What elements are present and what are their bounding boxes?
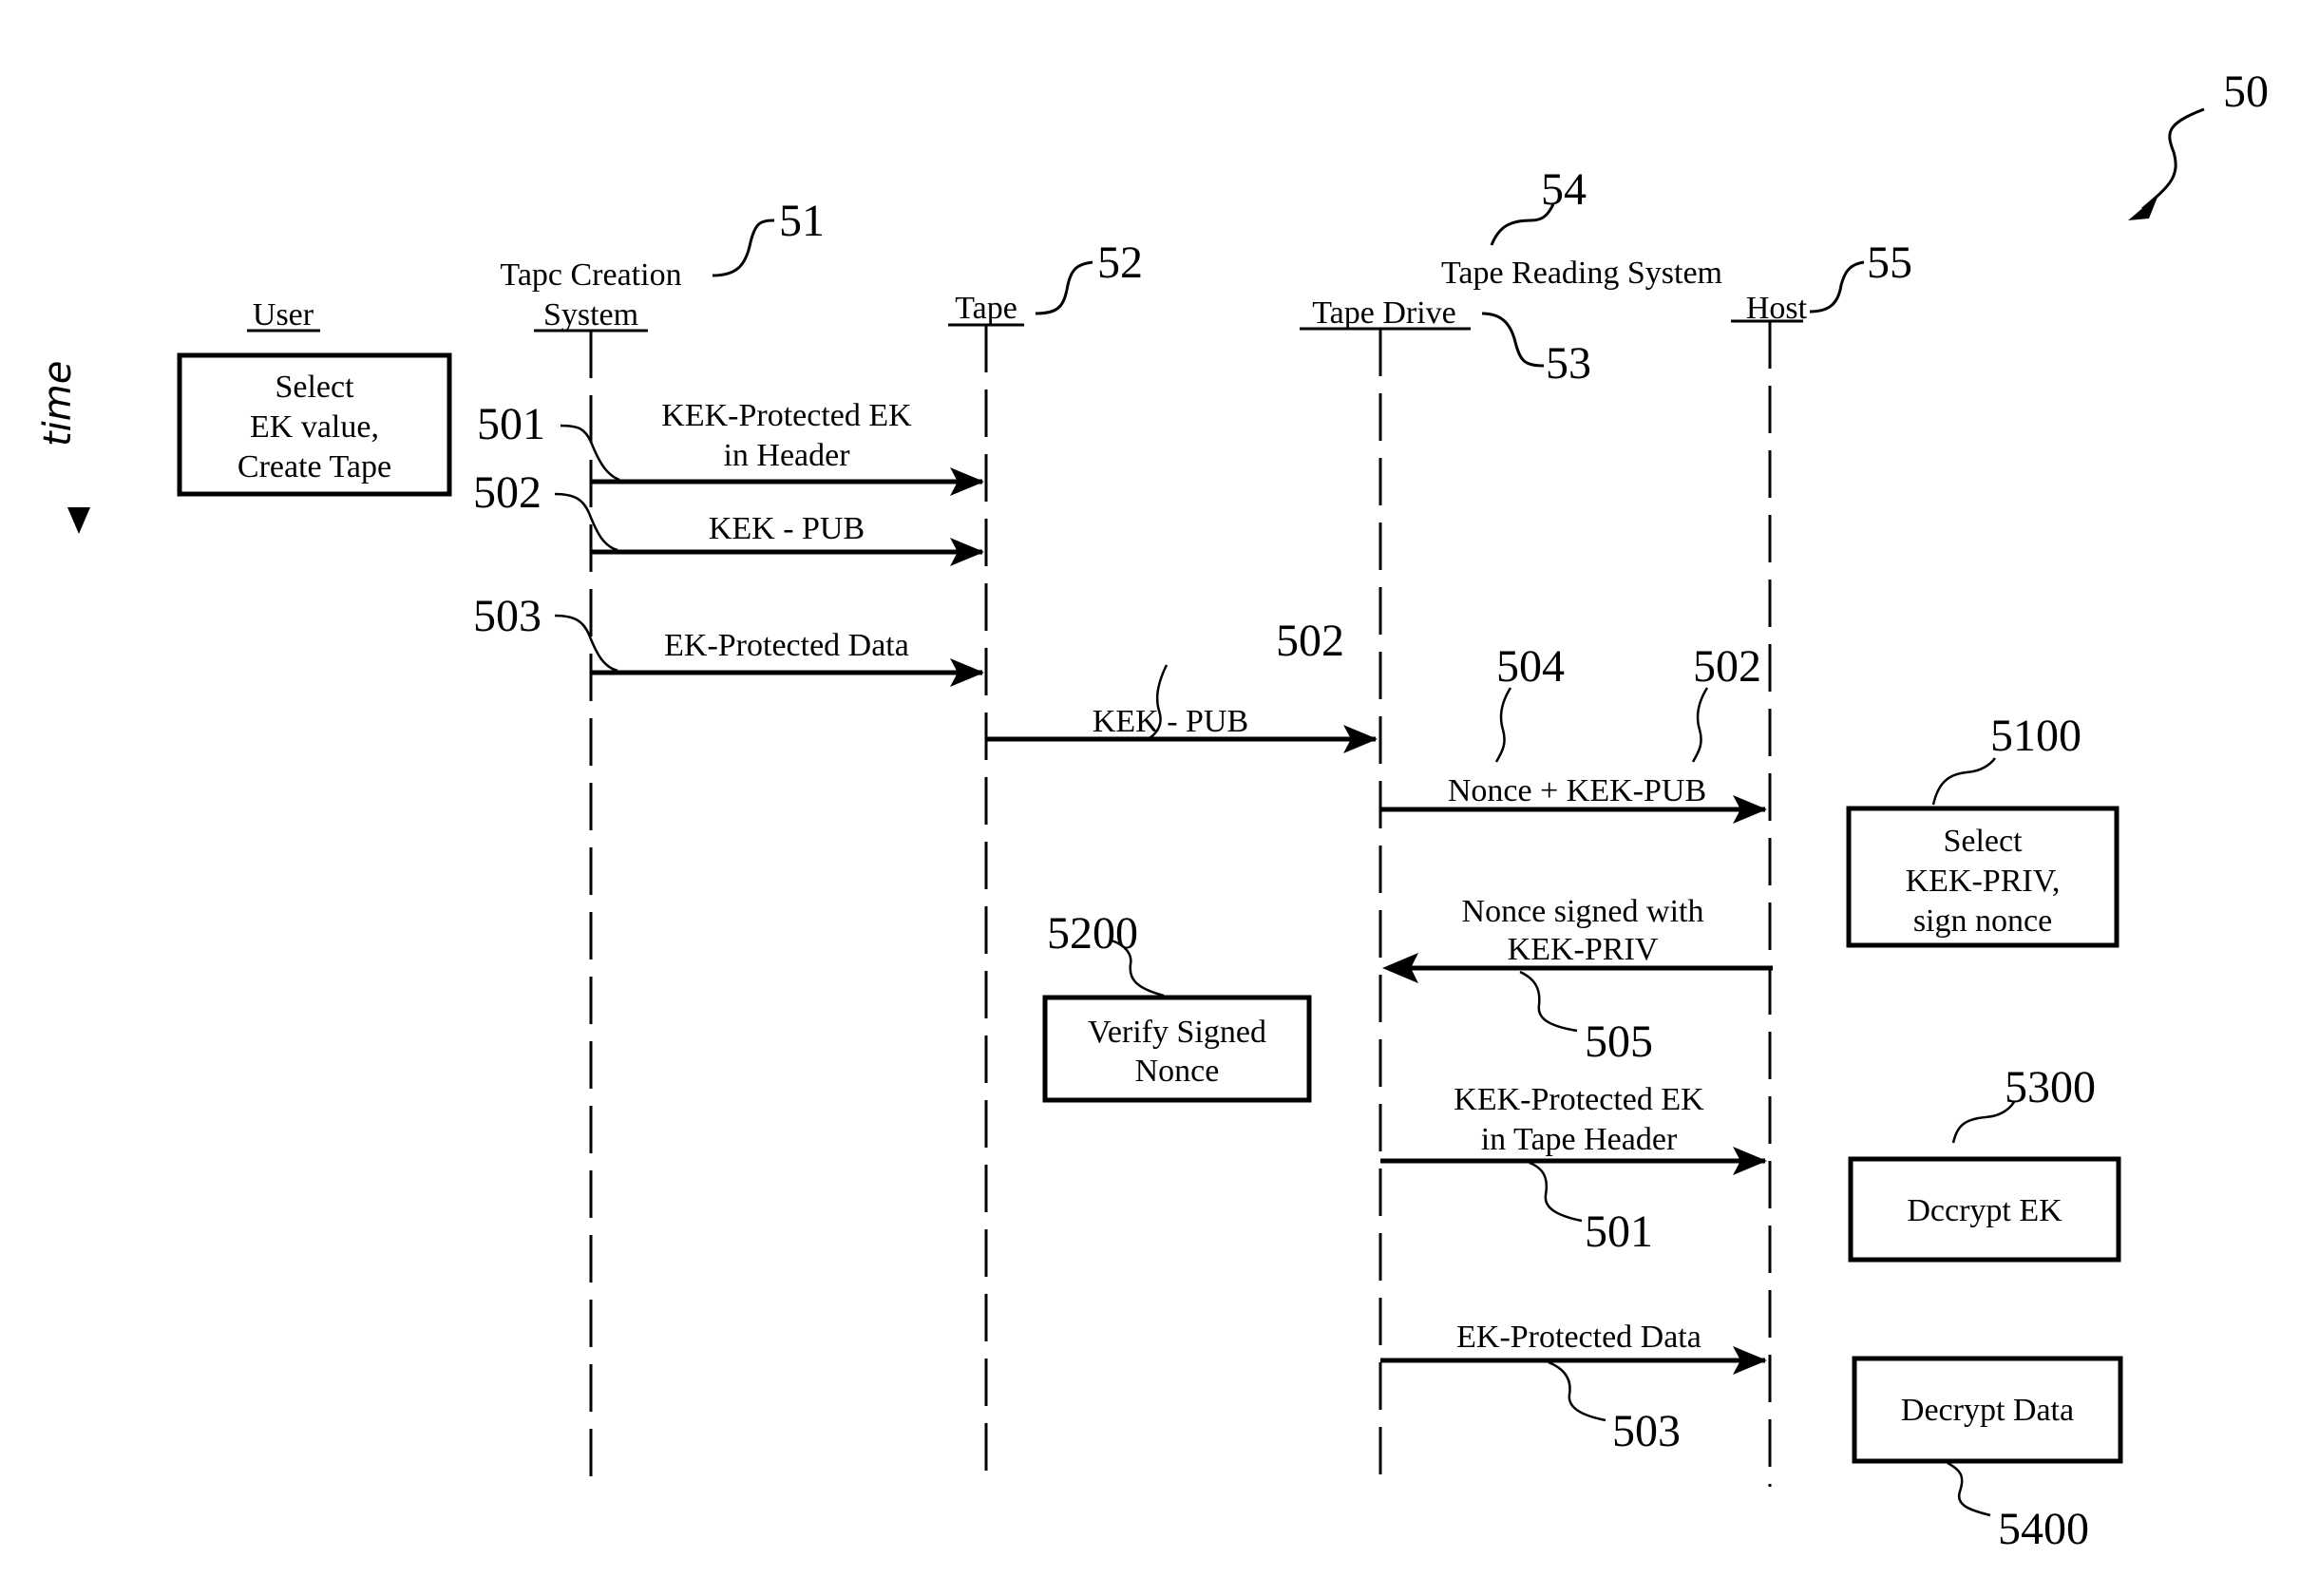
action-text-line: sign nonce (1913, 903, 2052, 939)
message-501-tcs-to-tape: KEK-Protected EK in Header 501 (477, 398, 984, 496)
ref-502-tape-drive: 502 (1276, 616, 1344, 666)
participant-tape: Tape 52 (948, 238, 1143, 327)
message-503-drive-to-host: EK-Protected Data 503 (1380, 1320, 1767, 1456)
message-label-line1: Nonce signed with (1462, 894, 1704, 929)
message-505-host-to-drive: Nonce signed with KEK-PRIV 505 (1382, 894, 1773, 1067)
ref-leader-55 (1809, 260, 1865, 314)
ref-501: 501 (477, 399, 545, 449)
ref-55: 55 (1867, 238, 1912, 288)
ref-52: 52 (1097, 238, 1143, 288)
message-label-line1: KEK-Protected EK (1454, 1082, 1704, 1117)
ref-leader-503 (554, 614, 618, 673)
action-text-line: Dccrypt EK (1907, 1193, 2062, 1228)
time-label: time (36, 361, 80, 446)
participant-host: Host 55 (1731, 238, 1912, 326)
ref-501-host: 501 (1585, 1206, 1653, 1257)
figure-ref-number: 50 (2223, 66, 2269, 117)
message-label-line2: in Header (723, 438, 850, 473)
action-box-5100: 5100 Select KEK-PRIV, sign nonce (1846, 711, 2119, 948)
ref-leader-53 (1481, 312, 1545, 368)
ref-leader-505 (1519, 970, 1578, 1033)
action-box-5300: 5300 Dccrypt EK (1848, 1062, 2121, 1263)
message-label-line2: KEK-PRIV (1508, 932, 1659, 967)
message-label-line1: EK-Protected Data (1456, 1320, 1701, 1355)
ref-leader-52 (1035, 260, 1093, 315)
participant-label-tcs-line1: Tapc Creation (500, 257, 681, 293)
participant-tape-creation-system: Tapc Creation System 51 (500, 196, 825, 332)
action-box-user: Select EK value, Create Tape (177, 352, 452, 497)
ref-leader-502-host (1691, 687, 1709, 763)
action-text-line: KEK-PRIV, (1906, 864, 2061, 899)
action-text-line: Create Tape (238, 449, 391, 484)
ref-leader-502 (554, 492, 618, 552)
group-label: Tape Reading System (1441, 256, 1722, 291)
time-axis: time (36, 361, 90, 534)
participant-tape-drive: Tape Drive 53 (1300, 295, 1591, 389)
ref-leader-504 (1494, 687, 1512, 763)
ref-leader-501-host (1529, 1161, 1583, 1223)
ref-503-host: 503 (1612, 1406, 1681, 1456)
sequence-diagram: 50 time User Tapc Creation System 51 Tap… (36, 66, 2269, 1554)
participant-user: User (247, 297, 320, 332)
action-text-line: Decrypt Data (1901, 1393, 2074, 1428)
ref-505: 505 (1585, 1016, 1653, 1067)
participant-label-user: User (253, 297, 314, 332)
ref-502-host: 502 (1693, 641, 1761, 692)
action-text-line: EK value, (250, 409, 379, 445)
message-label-line1: Nonce + KEK-PUB (1448, 773, 1706, 808)
participant-label-tape: Tape (955, 291, 1017, 326)
ref-5400: 5400 (1998, 1504, 2089, 1554)
ref-503: 503 (473, 591, 542, 641)
action-text-line: Select (275, 370, 354, 405)
message-502-tape-to-drive: KEK - PUB 502 (986, 616, 1378, 753)
message-504-drive-to-host: Nonce + KEK-PUB 504 502 (1380, 641, 1767, 824)
message-503-tcs-to-tape: EK-Protected Data 503 (473, 591, 984, 687)
ref-51: 51 (779, 196, 825, 246)
message-label-line1: KEK - PUB (1093, 704, 1248, 739)
message-label-line1: EK-Protected Data (664, 628, 909, 663)
ref-504: 504 (1496, 641, 1565, 692)
time-arrow-icon (67, 507, 90, 534)
ref-leader-503-host (1548, 1360, 1606, 1422)
action-text-line: Nonce (1135, 1054, 1220, 1089)
ref-502: 502 (473, 467, 542, 518)
message-label-line1: KEK - PUB (709, 511, 865, 546)
figure-ref-50: 50 (2128, 66, 2269, 220)
ref-leader-5400 (1947, 1461, 1991, 1517)
participant-label-tape-drive: Tape Drive (1312, 295, 1456, 331)
ref-5100: 5100 (1990, 711, 2081, 761)
action-text-line: Verify Signed (1088, 1015, 1266, 1050)
action-box-5400: Decrypt Data 5400 (1852, 1356, 2123, 1554)
action-text-line: Select (1943, 824, 2023, 859)
ref-54: 54 (1541, 164, 1587, 215)
ref-leader-5100 (1931, 757, 1997, 806)
figure-ref-leader (2141, 107, 2205, 211)
message-label-line2: in Tape Header (1481, 1122, 1678, 1157)
ref-5200: 5200 (1047, 908, 1138, 959)
ref-5300: 5300 (2005, 1062, 2096, 1112)
participant-label-tcs-line2: System (543, 297, 638, 332)
message-label-line1: KEK-Protected EK (661, 398, 912, 433)
ref-leader-51 (712, 218, 775, 277)
ref-53: 53 (1546, 338, 1591, 389)
action-box-5200: 5200 Verify Signed Nonce (1042, 908, 1312, 1103)
message-501-drive-to-host: KEK-Protected EK in Tape Header 501 (1380, 1082, 1767, 1257)
participant-group-tape-reading-system: Tape Reading System 54 (1441, 164, 1722, 291)
